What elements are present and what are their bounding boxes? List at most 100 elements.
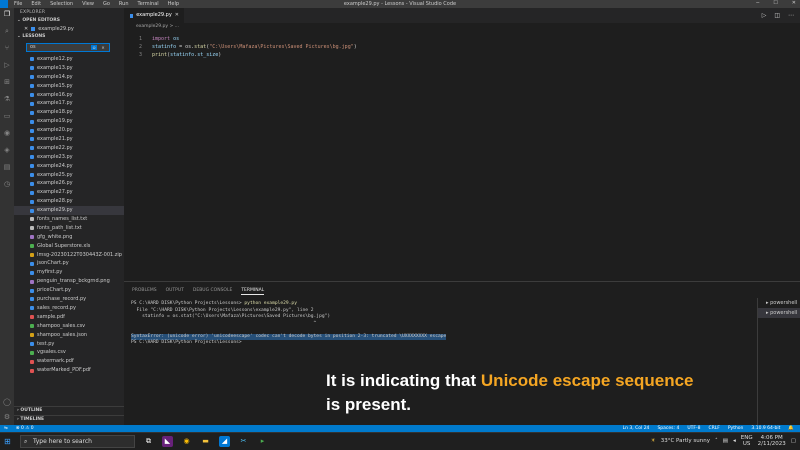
remote-explorer-icon[interactable]: ▭	[3, 112, 11, 120]
network-icon[interactable]: ▤	[723, 438, 728, 444]
menu-item-file[interactable]: File	[14, 1, 22, 7]
file-item[interactable]: Global Superstore.xls	[14, 242, 124, 251]
notification-bell-icon[interactable]: 🔔	[788, 425, 794, 432]
file-item[interactable]: example20.py	[14, 126, 124, 135]
close-icon[interactable]: ✕	[24, 25, 28, 33]
breadcrumb[interactable]: example29.py > ...	[136, 23, 179, 31]
outline-section[interactable]: › OUTLINE	[14, 406, 124, 414]
timeline-section[interactable]: › TIMELINE	[14, 415, 124, 423]
volume-icon[interactable]: ◂	[733, 438, 736, 444]
status-item[interactable]: CRLF	[708, 425, 719, 432]
file-item[interactable]: example16.py	[14, 91, 124, 100]
file-item[interactable]: example25.py	[14, 171, 124, 180]
errors-icon[interactable]: ⊗ 0 ⚠ 0	[16, 425, 34, 432]
file-item[interactable]: fonts_names_list.txt	[14, 215, 124, 224]
close-icon[interactable]: ✕	[100, 45, 106, 50]
clock[interactable]: 4:06 PM 2/11/2023	[758, 435, 786, 447]
explorer-find-input[interactable]: os ⊜ ✕	[26, 43, 110, 52]
status-item[interactable]: Python	[728, 425, 744, 432]
language-indicator[interactable]: ENG US	[741, 435, 753, 447]
file-item[interactable]: shampoo_sales.csv	[14, 322, 124, 331]
file-item[interactable]: myfirst.py	[14, 268, 124, 277]
filter-icon[interactable]: ⊜	[91, 45, 97, 50]
file-item[interactable]: example27.py	[14, 188, 124, 197]
tab-output[interactable]: OUTPUT	[166, 288, 184, 295]
menu-item-run[interactable]: Run	[119, 1, 129, 7]
file-item[interactable]: example14.py	[14, 73, 124, 82]
lessons-folder-section[interactable]: ⌄ LESSONS	[14, 33, 124, 41]
code-editor[interactable]: 1 import os 2 statinfo = os.stat("C:\Users\…	[124, 31, 800, 281]
tab-example29[interactable]: example29.py ✕	[124, 8, 184, 23]
file-item[interactable]: example12.py	[14, 55, 124, 64]
file-item[interactable]: fonts_path_list.txt	[14, 224, 124, 233]
file-item[interactable]: purchase_record.py	[14, 295, 124, 304]
terminal-instance[interactable]: ▸ powershell	[758, 298, 800, 308]
menu-item-selection[interactable]: Selection	[50, 1, 73, 7]
extensions-icon[interactable]: ⊞	[3, 78, 11, 86]
menu-item-view[interactable]: View	[82, 1, 94, 7]
more-actions-icon[interactable]: ⋯	[788, 12, 794, 19]
status-item[interactable]: 3.10.9 64-bit	[751, 425, 780, 432]
status-item[interactable]: Spaces: 4	[657, 425, 679, 432]
file-item[interactable]: example17.py	[14, 99, 124, 108]
remote-icon[interactable]: ⇋	[4, 425, 8, 432]
search-icon[interactable]: ⌕	[3, 27, 11, 35]
file-item[interactable]: example19.py	[14, 117, 124, 126]
taskbar-search-input[interactable]: ⌕ Type here to search	[20, 435, 135, 448]
account-icon[interactable]: ◯	[3, 398, 11, 406]
tab-terminal[interactable]: TERMINAL	[241, 288, 265, 295]
terminal-instance[interactable]: ▸ powershell	[758, 308, 800, 318]
run-debug-icon[interactable]: ▷	[3, 61, 11, 69]
status-item[interactable]: UTF-8	[687, 425, 700, 432]
snipping-tool-icon[interactable]: ✂	[238, 436, 249, 447]
file-item[interactable]: example24.py	[14, 162, 124, 171]
file-item[interactable]: Imsg-20230122T030443Z-001.zip	[14, 251, 124, 260]
status-item[interactable]: Ln 3, Col 24	[623, 425, 650, 432]
file-item[interactable]: jsonChart.py	[14, 259, 124, 268]
close-icon[interactable]: ✕	[792, 0, 796, 6]
menu-item-go[interactable]: Go	[103, 1, 110, 7]
file-item[interactable]: example29.py	[14, 206, 124, 216]
vscode-taskbar-icon[interactable]: ◢	[219, 436, 230, 447]
terminal-app-icon[interactable]: ▸	[257, 436, 268, 447]
terminal-output[interactable]: PS C:\HARD DISK\Python Projects\Lessons>…	[131, 301, 751, 347]
windows-start-icon[interactable]: ⊞	[4, 437, 13, 446]
chrome-icon[interactable]: ◉	[181, 436, 192, 447]
file-item[interactable]: example21.py	[14, 135, 124, 144]
split-editor-icon[interactable]: ◫	[774, 12, 780, 19]
file-item[interactable]: shampoo_sales.json	[14, 331, 124, 340]
file-explorer-icon[interactable]: ▬	[200, 436, 211, 447]
menu-item-edit[interactable]: Edit	[31, 1, 41, 7]
minimize-icon[interactable]: ─	[756, 0, 759, 6]
open-editors-section[interactable]: ⌄ OPEN EDITORS	[14, 17, 124, 25]
docker-icon[interactable]: ▤	[3, 163, 11, 171]
visual-studio-icon[interactable]: ◣	[162, 436, 173, 447]
file-item[interactable]: example18.py	[14, 108, 124, 117]
testing-icon[interactable]: ⚗	[3, 95, 11, 103]
tab-debug-console[interactable]: DEBUG CONSOLE	[193, 288, 232, 295]
open-editor-item[interactable]: ✕ example29.py	[14, 25, 124, 33]
notifications-icon[interactable]: ▢	[791, 438, 796, 444]
file-item[interactable]: penguin_transp_bckgrnd.png	[14, 277, 124, 286]
close-icon[interactable]: ✕	[175, 8, 179, 23]
menu-item-help[interactable]: Help	[168, 1, 179, 7]
menu-item-terminal[interactable]: Terminal	[138, 1, 159, 7]
file-item[interactable]: sample.pdf	[14, 313, 124, 322]
maximize-icon[interactable]: ☐	[773, 0, 777, 6]
file-item[interactable]: vgsales.csv	[14, 348, 124, 357]
file-item[interactable]: example26.py	[14, 179, 124, 188]
timeline-icon[interactable]: ◷	[3, 180, 11, 188]
file-item[interactable]: example22.py	[14, 144, 124, 153]
chevron-up-icon[interactable]: ˄	[715, 438, 718, 444]
file-item[interactable]: waterMarked_PDF.pdf	[14, 366, 124, 375]
jupyter-icon[interactable]: ◉	[3, 129, 11, 137]
file-item[interactable]: watermark.pdf	[14, 357, 124, 366]
python-icon[interactable]: ◈	[3, 146, 11, 154]
tab-problems[interactable]: PROBLEMS	[132, 288, 157, 295]
file-item[interactable]: example23.py	[14, 153, 124, 162]
explorer-icon[interactable]: ❐	[3, 10, 11, 18]
file-item[interactable]: priceChart.py	[14, 286, 124, 295]
source-control-icon[interactable]: ⑂	[3, 44, 11, 52]
file-item[interactable]: example28.py	[14, 197, 124, 206]
file-item[interactable]: gfg_white.png	[14, 233, 124, 242]
